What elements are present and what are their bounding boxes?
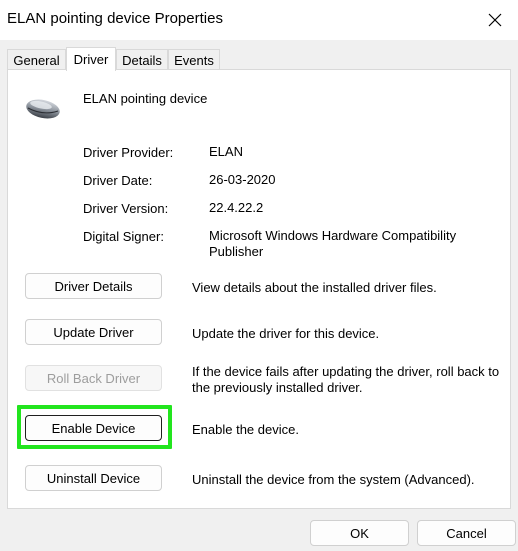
mouse-icon [26, 99, 60, 119]
update-driver-description: Update the driver for this device. [192, 326, 380, 341]
driver-details-description: View details about the installed driver … [192, 280, 437, 295]
digital-signer-label: Digital Signer: [83, 229, 164, 244]
driver-panel: ELAN pointing device Driver Provider: EL… [7, 69, 511, 509]
device-name: ELAN pointing device [83, 91, 208, 106]
driver-version-label: Driver Version: [83, 201, 169, 216]
tab-driver[interactable]: Driver [66, 47, 116, 71]
tab-general[interactable]: General [7, 49, 66, 70]
driver-date-value: 26-03-2020 [209, 172, 276, 187]
digital-signer-value: Microsoft Windows Hardware Compatibility… [209, 228, 457, 259]
tab-events[interactable]: Events [168, 49, 220, 70]
cancel-button[interactable]: Cancel [417, 520, 516, 546]
enable-device-button[interactable]: Enable Device [25, 415, 162, 441]
close-icon [488, 13, 502, 27]
tab-strip: General Driver Details Events [7, 47, 511, 71]
roll-back-driver-description: If the device fails after updating the d… [192, 364, 500, 395]
enable-device-description: Enable the device. [192, 422, 299, 437]
uninstall-device-button[interactable]: Uninstall Device [25, 465, 162, 491]
update-driver-button[interactable]: Update Driver [25, 319, 162, 345]
driver-details-button[interactable]: Driver Details [25, 273, 162, 299]
ok-button[interactable]: OK [310, 520, 409, 546]
uninstall-device-description: Uninstall the device from the system (Ad… [192, 472, 475, 487]
close-button[interactable] [472, 0, 518, 40]
window-title: ELAN pointing device Properties [7, 10, 223, 27]
tab-details[interactable]: Details [116, 49, 168, 70]
roll-back-driver-button[interactable]: Roll Back Driver [25, 365, 162, 391]
title-bar: ELAN pointing device Properties [0, 0, 518, 40]
driver-provider-label: Driver Provider: [83, 145, 174, 160]
driver-date-label: Driver Date: [83, 173, 153, 188]
driver-provider-value: ELAN [209, 144, 243, 159]
driver-version-value: 22.4.22.2 [209, 200, 264, 215]
